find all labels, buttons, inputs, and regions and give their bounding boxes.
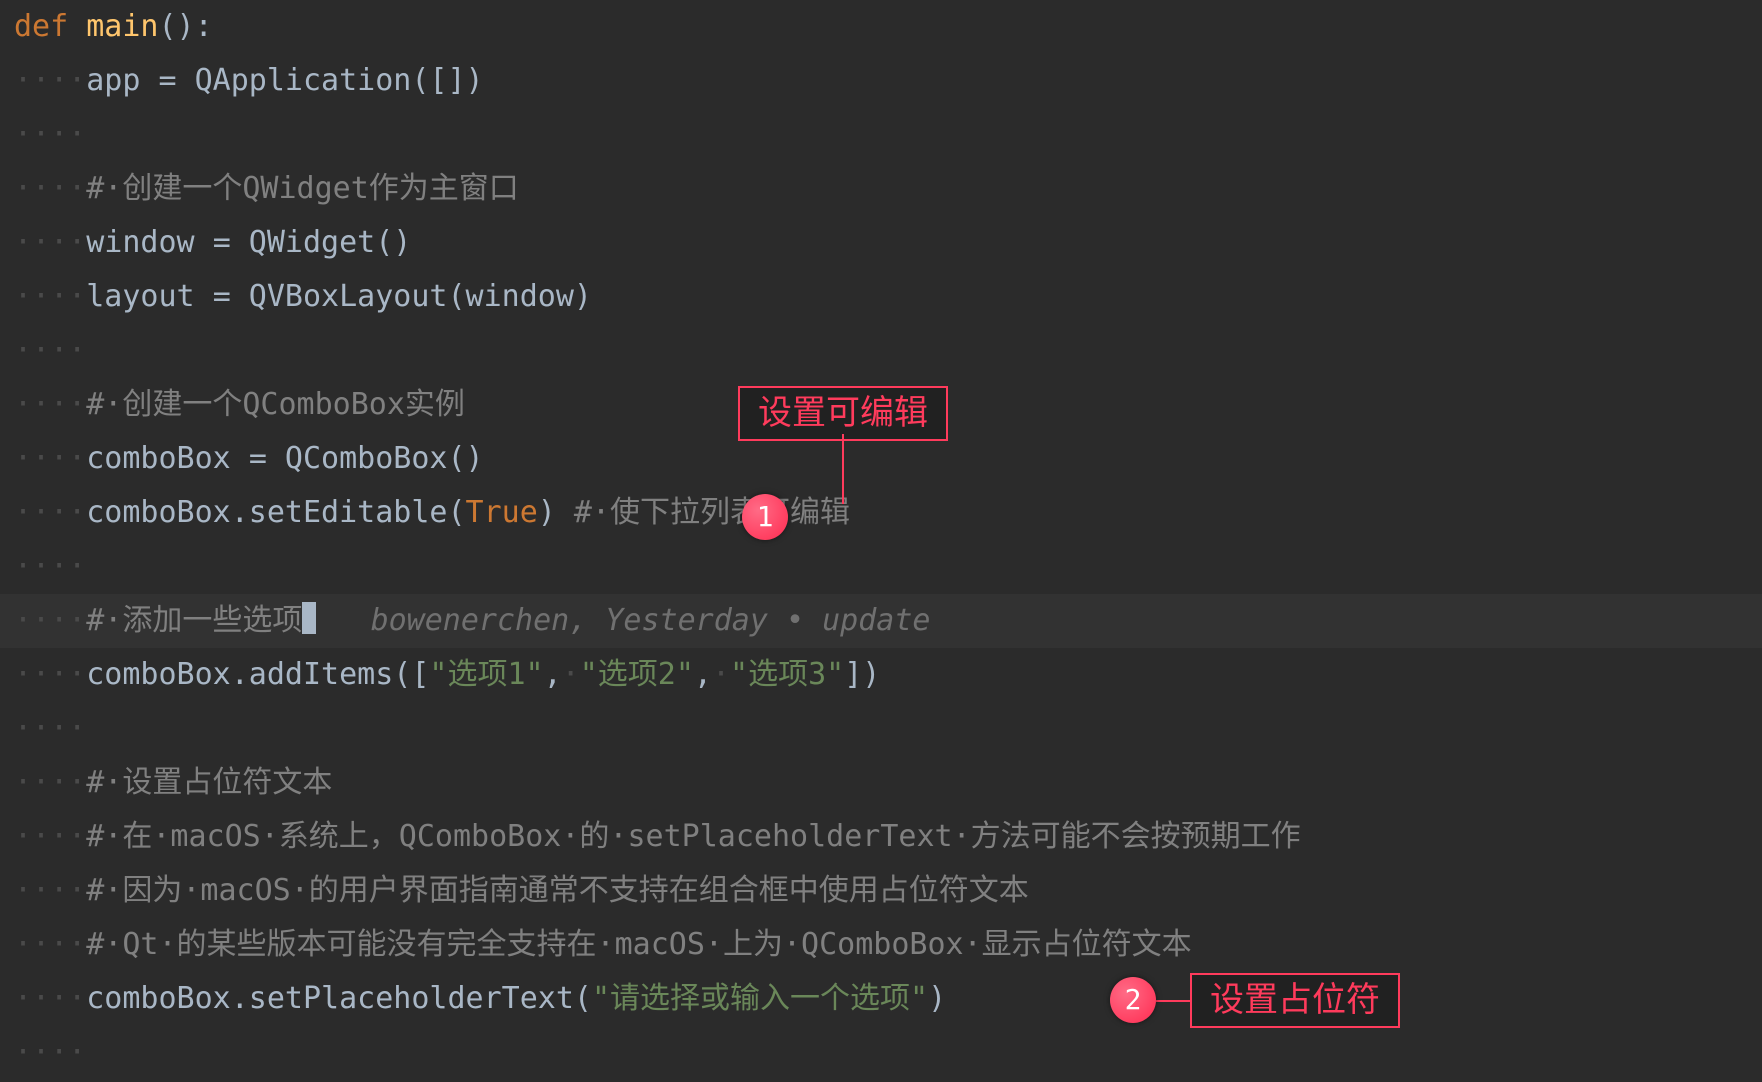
indent: ···· bbox=[14, 873, 86, 908]
code-line-current[interactable]: ····#·添加一些选项 bowenerchen, Yesterday • up… bbox=[0, 594, 1762, 648]
expr: QWidget() bbox=[231, 225, 412, 260]
indent: ···· bbox=[14, 63, 86, 98]
annotation-2-badge: 2 bbox=[1110, 977, 1156, 1023]
indent: ···· bbox=[14, 549, 86, 584]
ident: app bbox=[86, 63, 158, 98]
const-true: True bbox=[466, 495, 538, 530]
ident: window bbox=[86, 225, 212, 260]
code-line[interactable]: ····#·因为·macOS·的用户界面指南通常不支持在组合框中使用占位符文本 bbox=[0, 864, 1762, 918]
indent: ···· bbox=[14, 1035, 86, 1070]
code-line[interactable]: ····window = QWidget() bbox=[0, 216, 1762, 270]
code-editor[interactable]: def main(): ····app = QApplication([]) ·… bbox=[0, 0, 1762, 1082]
comment: #·添加一些选项 bbox=[86, 603, 302, 638]
code-line[interactable]: ····comboBox.setEditable(True) #·使下拉列表可编… bbox=[0, 486, 1762, 540]
ws-dot: · bbox=[712, 657, 730, 692]
code-line[interactable]: ····#·创建一个QComboBox实例 bbox=[0, 378, 1762, 432]
ws-dot: · bbox=[562, 657, 580, 692]
string: "请选择或输入一个选项" bbox=[592, 981, 928, 1016]
punct: (): bbox=[159, 9, 213, 44]
code-line[interactable]: ···· bbox=[0, 1026, 1762, 1080]
op-eq: = bbox=[213, 279, 231, 314]
code-line[interactable]: ····comboBox.setPlaceholderText("请选择或输入一… bbox=[0, 972, 1762, 1026]
expr: QVBoxLayout(window) bbox=[231, 279, 592, 314]
comma: , bbox=[544, 657, 562, 692]
expr: QApplication([]) bbox=[177, 63, 484, 98]
indent: ···· bbox=[14, 495, 86, 530]
close: ]) bbox=[844, 657, 880, 692]
call: comboBox.setPlaceholderText( bbox=[86, 981, 592, 1016]
indent: ···· bbox=[14, 711, 86, 746]
code-line[interactable]: ····layout = QVBoxLayout(window) bbox=[0, 270, 1762, 324]
op-eq: = bbox=[249, 441, 267, 476]
call: comboBox.setEditable( bbox=[86, 495, 465, 530]
space bbox=[68, 9, 86, 44]
code-line[interactable]: ····#·Qt·的某些版本可能没有完全支持在·macOS·上为·QComboB… bbox=[0, 918, 1762, 972]
indent: ···· bbox=[14, 279, 86, 314]
code-line[interactable]: ···· bbox=[0, 108, 1762, 162]
close-paren: ) bbox=[538, 495, 574, 530]
comment: #·创建一个QWidget作为主窗口 bbox=[86, 171, 519, 206]
text-cursor bbox=[302, 602, 316, 634]
code-line[interactable]: ····#·设置占位符文本 bbox=[0, 756, 1762, 810]
code-line[interactable]: ···· bbox=[0, 540, 1762, 594]
indent: ···· bbox=[14, 333, 86, 368]
comma: , bbox=[694, 657, 712, 692]
indent: ···· bbox=[14, 657, 86, 692]
indent: ···· bbox=[14, 927, 86, 962]
code-line[interactable]: ····#·在·macOS·系统上，QComboBox·的·setPlaceho… bbox=[0, 810, 1762, 864]
git-blame-inline-text: bowenerchen, Yesterday • update bbox=[371, 603, 931, 638]
indent: ···· bbox=[14, 981, 86, 1016]
op-eq: = bbox=[213, 225, 231, 260]
comment: #·在·macOS·系统上，QComboBox·的·setPlaceholder… bbox=[86, 819, 1300, 854]
string: "选项1" bbox=[429, 657, 543, 692]
string: "选项3" bbox=[730, 657, 844, 692]
annotation-2-connector bbox=[1156, 1000, 1190, 1002]
code-line[interactable]: ····app = QApplication([]) bbox=[0, 54, 1762, 108]
op-eq: = bbox=[159, 63, 177, 98]
comment: #·设置占位符文本 bbox=[86, 765, 332, 800]
git-blame-inline bbox=[316, 603, 370, 638]
comment: #·因为·macOS·的用户界面指南通常不支持在组合框中使用占位符文本 bbox=[86, 873, 1029, 908]
ident: comboBox bbox=[86, 441, 249, 476]
code-line[interactable]: ····comboBox.addItems(["选项1",·"选项2",·"选项… bbox=[0, 648, 1762, 702]
indent: ···· bbox=[14, 171, 86, 206]
function-name: main bbox=[86, 9, 158, 44]
indent: ···· bbox=[14, 603, 86, 638]
indent: ···· bbox=[14, 765, 86, 800]
string: "选项2" bbox=[580, 657, 694, 692]
indent: ···· bbox=[14, 117, 86, 152]
code-line[interactable]: ···· bbox=[0, 324, 1762, 378]
annotation-1-badge: 1 bbox=[742, 494, 788, 540]
code-line[interactable]: def main(): bbox=[0, 0, 1762, 54]
indent: ···· bbox=[14, 819, 86, 854]
code-line[interactable]: ···· bbox=[0, 702, 1762, 756]
ident: layout bbox=[86, 279, 212, 314]
code-line[interactable]: ····comboBox = QComboBox() bbox=[0, 432, 1762, 486]
call: comboBox.addItems([ bbox=[86, 657, 429, 692]
indent: ···· bbox=[14, 387, 86, 422]
comment: #·使下拉列表可编辑 bbox=[574, 495, 850, 530]
indent: ···· bbox=[14, 225, 86, 260]
comment: #·创建一个QComboBox实例 bbox=[86, 387, 465, 422]
expr: QComboBox() bbox=[267, 441, 484, 476]
code-line[interactable]: ····#·创建一个QWidget作为主窗口 bbox=[0, 162, 1762, 216]
keyword-def: def bbox=[14, 9, 68, 44]
indent: ···· bbox=[14, 441, 86, 476]
close: ) bbox=[928, 981, 946, 1016]
comment: #·Qt·的某些版本可能没有完全支持在·macOS·上为·QComboBox·显… bbox=[86, 927, 1191, 962]
